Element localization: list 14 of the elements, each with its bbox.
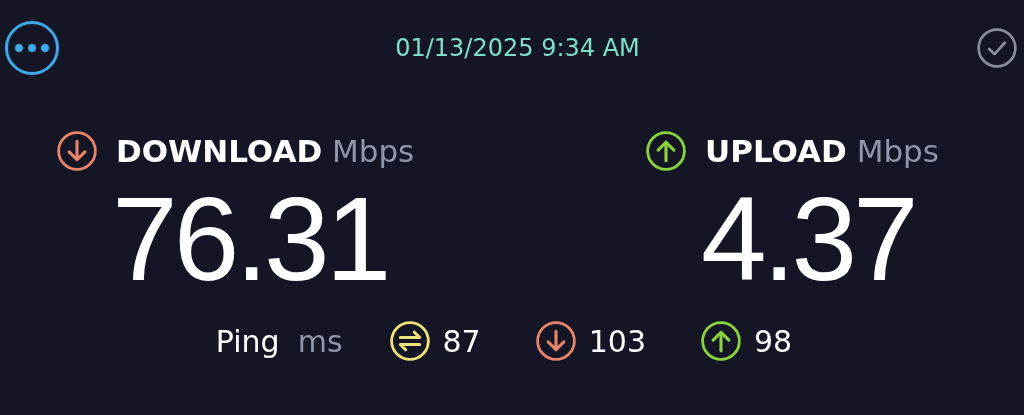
unit-label: Mbps — [856, 133, 939, 169]
unit-label: Mbps — [332, 133, 415, 169]
test-date: 01/13/2025 9:34 AM — [395, 34, 640, 62]
more-button[interactable] — [5, 21, 59, 75]
speed-value: 76.31 — [112, 180, 389, 298]
ping-label: Ping — [215, 323, 280, 359]
metric-label: UPLOAD — [705, 133, 847, 169]
unit-label: ms — [297, 323, 343, 359]
check-icon — [976, 27, 1018, 69]
ping-value: 98 — [753, 323, 793, 359]
speed-value: 4.37 — [701, 180, 916, 298]
ping-value: 103 — [588, 323, 646, 359]
metric-label: DOWNLOAD — [116, 133, 323, 169]
ping-value: 87 — [442, 323, 481, 359]
